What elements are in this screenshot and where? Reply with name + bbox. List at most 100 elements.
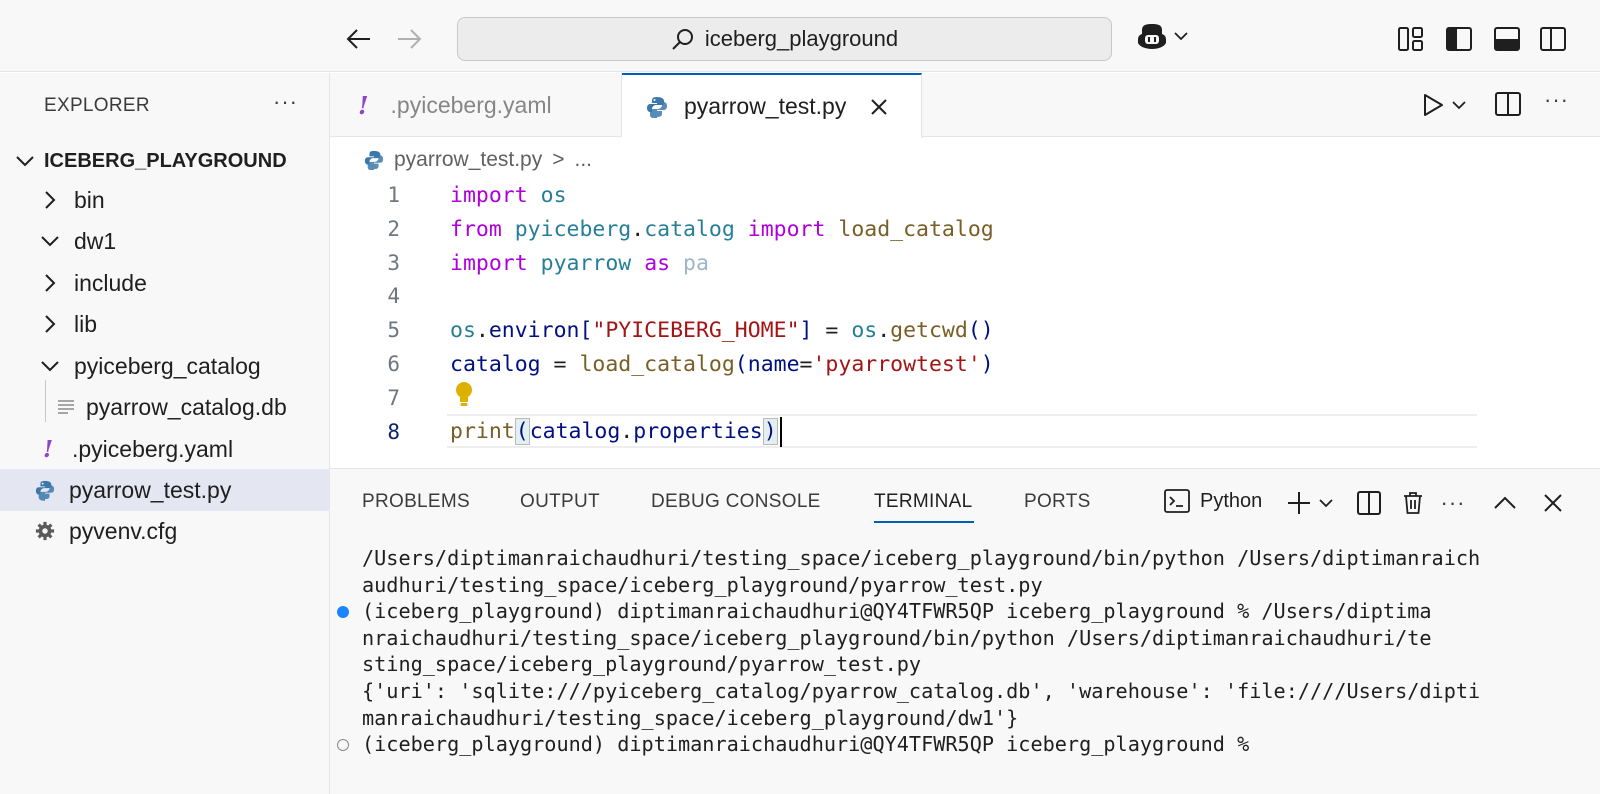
explorer-more-actions-button[interactable]: ··· <box>273 89 298 115</box>
tab-output[interactable]: OUTPUT <box>520 491 600 513</box>
code-line: 3 import pyarrow as pa <box>330 246 1600 280</box>
line-number: 5 <box>387 318 400 342</box>
token: load_catalog <box>838 216 994 242</box>
tab-problems[interactable]: PROBLEMS <box>362 491 470 513</box>
split-editor-button[interactable] <box>1495 92 1521 121</box>
tree-item-label: dw1 <box>74 227 117 254</box>
forward-button[interactable] <box>394 24 424 54</box>
terminal-line: manraichaudhuri/testing_space/iceberg_pl… <box>362 705 1019 730</box>
line-number: 7 <box>387 386 400 410</box>
terminal-line: {'uri': 'sqlite:///pyiceberg_catalog/pya… <box>362 678 1481 703</box>
split-terminal-button[interactable] <box>1354 488 1384 518</box>
breadcrumb-symbols[interactable]: ... <box>575 148 593 172</box>
chevron-right-icon <box>40 190 60 210</box>
tree-item-pyvenv-cfg[interactable]: pyvenv.cfg <box>0 510 330 552</box>
command-pending-decoration[interactable] <box>337 739 349 752</box>
breadcrumb-file[interactable]: pyarrow_test.py <box>394 148 542 172</box>
tree-item-label: lib <box>74 310 98 337</box>
toggle-secondary-sidebar-button[interactable] <box>1540 24 1600 54</box>
token: print <box>450 419 515 444</box>
tree-item-bin[interactable]: bin <box>0 179 330 221</box>
code-line: 1 import os <box>330 178 1600 212</box>
terminal-type-label: Python <box>1200 489 1263 512</box>
tree-item-include[interactable]: include <box>0 262 330 304</box>
token: . <box>620 419 634 444</box>
chevron-up-icon <box>1494 496 1516 509</box>
code-line: 6 catalog = load_catalog(name='pyarrowte… <box>330 347 1600 381</box>
tree-item-label: .pyiceberg.yaml <box>72 435 234 462</box>
terminal-line: /Users/diptimanraichaudhuri/testing_spac… <box>362 546 1481 570</box>
chevron-down-icon <box>16 156 34 167</box>
line-number: 3 <box>387 251 400 275</box>
tab-ports[interactable]: PORTS <box>1024 491 1091 513</box>
command-success-decoration[interactable] <box>337 606 349 619</box>
tree-item-label: pyiceberg_catalog <box>74 352 261 379</box>
python-icon <box>646 96 668 118</box>
tab-debug-console[interactable]: DEBUG CONSOLE <box>651 491 821 513</box>
lightbulb-icon[interactable] <box>454 381 474 413</box>
chevron-right-icon <box>40 314 60 334</box>
token: os <box>450 317 476 343</box>
tab-pyiceberg-yaml[interactable]: ! .pyiceberg.yaml <box>330 73 622 137</box>
copilot-icon <box>1138 24 1166 49</box>
terminal-output[interactable]: /Users/diptimanraichaudhuri/testing_spac… <box>337 545 1594 758</box>
panel-bottom-icon <box>1494 27 1520 51</box>
terminal-selector[interactable]: Python <box>1164 489 1262 513</box>
token: = <box>540 351 580 377</box>
search-text: iceberg_playground <box>704 26 899 51</box>
tree-item-pyiceberg-catalog[interactable]: pyiceberg_catalog <box>0 345 330 387</box>
terminal-line: sting_space/iceberg_playground/pyarrow_t… <box>362 652 922 677</box>
new-terminal-button[interactable] <box>1284 488 1314 518</box>
token: [ <box>579 317 593 343</box>
tree-item-dw1[interactable]: dw1 <box>0 220 330 262</box>
token: as <box>644 250 671 276</box>
tab-label: .pyiceberg.yaml <box>390 91 552 118</box>
chevron-down-icon <box>1174 32 1188 41</box>
back-button[interactable] <box>344 24 374 54</box>
workspace-root-folder[interactable]: ICEBERG_PLAYGROUND <box>16 145 287 177</box>
token: ( <box>734 351 748 377</box>
tree-item-pyiceberg-yaml[interactable]: ! .pyiceberg.yaml <box>0 428 330 470</box>
tree-item-label: bin <box>74 186 105 213</box>
tree-item-lib[interactable]: lib <box>0 303 330 345</box>
chevron-down-icon <box>40 231 60 251</box>
kill-terminal-button[interactable] <box>1398 488 1428 518</box>
close-panel-button[interactable] <box>1538 488 1568 518</box>
plus-icon <box>1288 492 1310 514</box>
token: pyiceberg <box>514 216 632 242</box>
line-number: 1 <box>387 183 400 207</box>
token: ) <box>980 351 994 377</box>
toggle-primary-sidebar-button[interactable] <box>1444 24 1474 54</box>
gear-icon <box>35 521 55 541</box>
token: . <box>631 216 645 242</box>
token: . <box>475 317 489 343</box>
token: properties <box>633 419 763 444</box>
command-center-search[interactable]: iceberg_playground <box>457 17 1112 61</box>
token: pyarrow <box>540 250 632 276</box>
terminal-line: (iceberg_playground) diptimanraichaudhur… <box>337 598 1594 625</box>
tree-item-pyarrow-test-py[interactable]: pyarrow_test.py <box>0 469 330 511</box>
trash-icon <box>1404 492 1422 514</box>
line-number: 6 <box>387 352 400 376</box>
search-icon <box>672 29 693 50</box>
copilot-button[interactable] <box>1136 22 1188 50</box>
token: from <box>450 216 502 242</box>
customize-layout-button[interactable] <box>1396 24 1426 54</box>
token: import <box>747 216 826 242</box>
close-icon <box>1544 494 1562 512</box>
run-python-file-button[interactable] <box>1422 93 1466 117</box>
tree-item-pyarrow-catalog-db[interactable]: pyarrow_catalog.db <box>0 386 330 428</box>
panel-more-actions-button[interactable]: ··· <box>1438 488 1468 518</box>
toggle-panel-button[interactable] <box>1492 24 1522 54</box>
code-editor[interactable]: 1 import os 2 from pyiceberg.catalog imp… <box>330 178 1600 468</box>
yaml-icon: ! <box>42 435 54 463</box>
editor-more-actions-button[interactable]: ··· <box>1544 87 1569 113</box>
tree-item-label: pyarrow_test.py <box>69 476 232 503</box>
maximize-panel-button[interactable] <box>1490 488 1520 518</box>
yaml-icon: ! <box>358 90 369 120</box>
terminal-dropdown-button[interactable] <box>1314 488 1338 518</box>
close-icon[interactable] <box>870 98 888 116</box>
tab-pyarrow-test-py[interactable]: pyarrow_test.py <box>622 73 922 138</box>
token: pa <box>683 250 709 276</box>
tab-terminal[interactable]: TERMINAL <box>874 491 975 523</box>
